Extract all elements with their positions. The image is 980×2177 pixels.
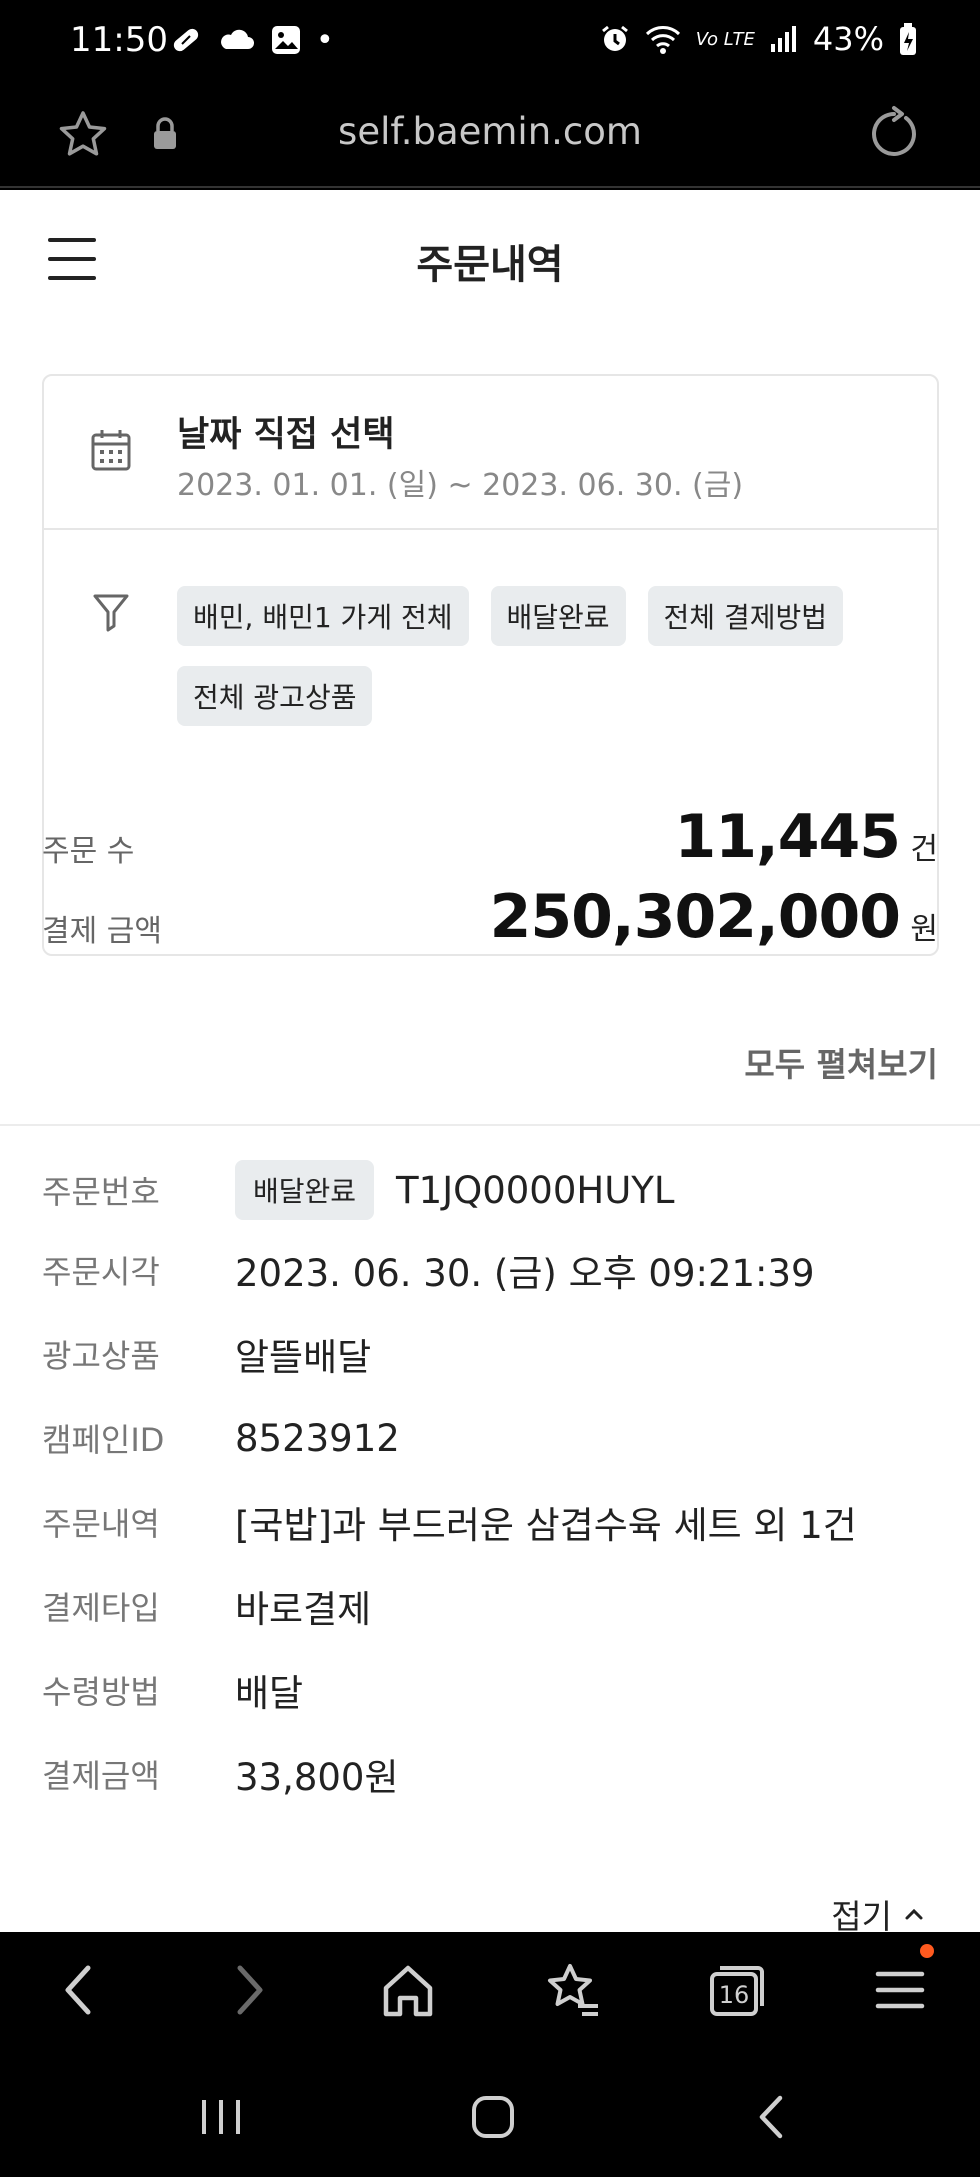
tabs-icon[interactable]: 16 xyxy=(706,1960,766,2020)
tabs-count: 16 xyxy=(719,1981,750,2009)
section-divider xyxy=(0,1124,980,1126)
order-count-label: 주문 수 xyxy=(42,834,135,869)
battery-icon xyxy=(900,23,916,55)
payment-amount-row: 결제금액 33,800원 xyxy=(42,1744,399,1804)
date-selector[interactable]: 날짜 직접 선택 2023. 01. 01. (일) ~ 2023. 06. 3… xyxy=(44,376,937,530)
signal-icon xyxy=(770,26,796,52)
order-count-unit: 건 xyxy=(910,832,938,867)
order-number-value: T1JQ0000HUYL xyxy=(396,1168,675,1212)
order-time-value: 2023. 06. 30. (금) 오후 09:21:39 xyxy=(235,1252,815,1295)
order-items-label: 주문내역 xyxy=(42,1505,160,1543)
home-button-icon[interactable] xyxy=(468,2092,518,2142)
filter-chips: 배민, 배민1 가게 전체 배달완료 전체 결제방법 전체 광고상품 xyxy=(177,586,897,726)
order-number-row: 주문번호 배달완료 T1JQ0000HUYL xyxy=(42,1160,675,1220)
notification-dot: • xyxy=(316,22,334,58)
payment-amount-value: 250,302,000 xyxy=(489,882,901,952)
delivery-method-row: 수령방법 배달 xyxy=(42,1660,303,1720)
battery-percent: 43% xyxy=(812,20,884,58)
page-title: 주문내역 xyxy=(416,242,564,288)
payment-type-value: 바로결제 xyxy=(235,1588,372,1631)
payment-type-label: 결제타입 xyxy=(42,1589,160,1627)
app-header: 주문내역 xyxy=(0,190,980,330)
reload-icon[interactable] xyxy=(864,104,924,164)
collapse-label: 접기 xyxy=(831,1897,892,1932)
browser-url-bar: self.baemin.com xyxy=(0,86,980,188)
order-number-label: 주문번호 xyxy=(42,1173,160,1211)
status-badge: 배달완료 xyxy=(235,1160,375,1220)
order-amount-value: 33,800원 xyxy=(235,1756,399,1799)
chevron-up-icon xyxy=(905,1908,923,1920)
order-time-row: 주문시각 2023. 06. 30. (금) 오후 09:21:39 xyxy=(42,1240,815,1300)
home-icon[interactable] xyxy=(380,1960,436,2020)
calendar-icon xyxy=(91,430,131,471)
menu-notification-dot xyxy=(920,1944,934,1958)
delivery-method-label: 수령방법 xyxy=(42,1673,160,1711)
back-arrow-icon[interactable] xyxy=(56,1960,106,2020)
filter-icon xyxy=(93,594,129,632)
wifi-icon xyxy=(645,26,680,54)
network-label: Vo LTE xyxy=(695,28,755,50)
url-text[interactable]: self.baemin.com xyxy=(0,110,980,153)
chip-payment-method[interactable]: 전체 결제방법 xyxy=(647,586,844,646)
order-items-row: 주문내역 [국밥]과 부드러운 삼겹수육 세트 외 1건 xyxy=(42,1492,857,1552)
cloud-icon xyxy=(221,29,254,49)
order-items-value: [국밥]과 부드러운 삼겹수육 세트 외 1건 xyxy=(235,1504,857,1547)
browser-menu-icon[interactable] xyxy=(872,1960,928,2020)
order-time-label: 주문시각 xyxy=(42,1253,160,1291)
bookmarks-icon[interactable] xyxy=(542,1960,602,2020)
date-range: 2023. 01. 01. (일) ~ 2023. 06. 30. (금) xyxy=(177,468,744,503)
ad-product-row: 광고상품 알뜰배달 xyxy=(42,1324,371,1384)
browser-toolbar: 16 xyxy=(0,1932,980,2062)
system-back-icon[interactable] xyxy=(748,2092,798,2142)
collapse-button[interactable]: 접기 xyxy=(831,1890,924,1932)
campaign-id-label: 캠페인ID xyxy=(42,1421,165,1459)
expand-all-button[interactable]: 모두 펼쳐보기 xyxy=(744,1038,938,1086)
page-content: 주문내역 날짜 직접 선택 2023. 01. 01. (일) ~ 2023. … xyxy=(0,190,980,1932)
payment-amount-label: 결제 금액 xyxy=(42,914,162,949)
forward-arrow-icon[interactable] xyxy=(222,1960,272,2020)
date-title: 날짜 직접 선택 xyxy=(177,415,395,455)
alarm-icon xyxy=(601,25,628,51)
order-amount-label: 결제금액 xyxy=(42,1757,160,1795)
status-time: 11:50 xyxy=(70,20,168,60)
status-notification-icons: • xyxy=(168,22,334,58)
status-right: Vo LTE 43% xyxy=(600,20,918,58)
payment-amount-unit: 원 xyxy=(910,912,938,947)
campaign-id-value: 8523912 xyxy=(235,1416,400,1460)
recent-apps-icon[interactable] xyxy=(196,2092,246,2142)
ad-product-label: 광고상품 xyxy=(42,1337,160,1375)
image-icon xyxy=(272,26,300,54)
system-nav-bar xyxy=(0,2062,980,2177)
payment-type-row: 결제타입 바로결제 xyxy=(42,1576,371,1636)
ad-product-value: 알뜰배달 xyxy=(235,1336,372,1379)
order-count-value: 11,445 xyxy=(674,802,901,872)
chip-store-scope[interactable]: 배민, 배민1 가게 전체 xyxy=(177,586,469,646)
chip-delivery-status[interactable]: 배달완료 xyxy=(490,586,626,646)
chip-ad-product[interactable]: 전체 광고상품 xyxy=(177,666,373,726)
status-bar: 11:50 • Vo LTE 43% xyxy=(0,0,980,86)
delivery-method-value: 배달 xyxy=(235,1672,304,1715)
pill-icon xyxy=(173,28,199,52)
campaign-id-row: 캠페인ID 8523912 xyxy=(42,1408,400,1468)
